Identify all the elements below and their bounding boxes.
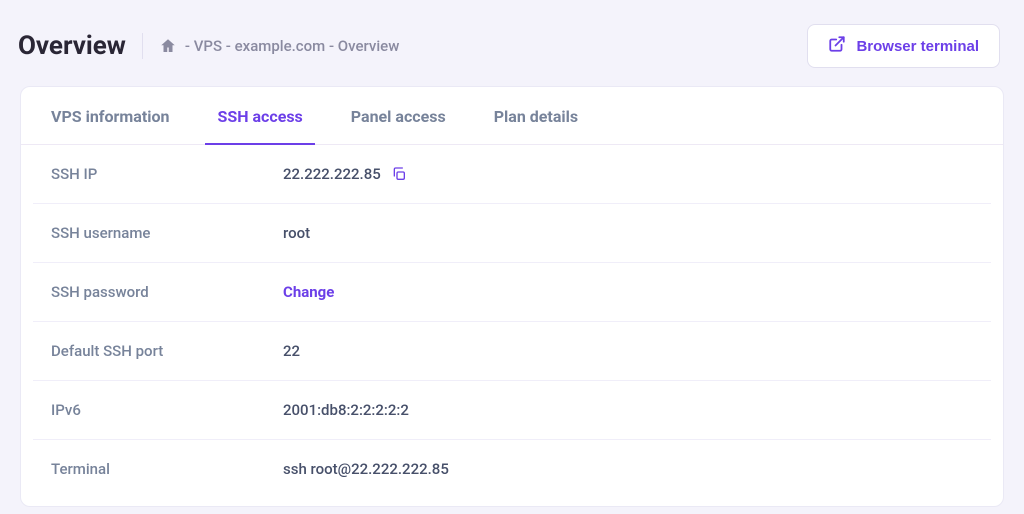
row-ssh-password: SSH password Change — [33, 263, 991, 322]
value-ssh-username: root — [283, 224, 310, 242]
row-ssh-port: Default SSH port 22 — [33, 322, 991, 381]
label-ssh-ip: SSH IP — [51, 165, 283, 183]
tabs: VPS information SSH access Panel access … — [21, 87, 1003, 145]
value-ipv6: 2001:db8:2:2:2:2:2 — [283, 401, 409, 419]
label-ssh-username: SSH username — [51, 224, 283, 242]
home-icon[interactable] — [159, 37, 177, 55]
copy-icon[interactable] — [391, 166, 407, 182]
value-ssh-ip: 22.222.222.85 — [283, 165, 407, 183]
label-terminal: Terminal — [51, 460, 283, 478]
change-password-link[interactable]: Change — [283, 283, 334, 301]
value-ssh-password: Change — [283, 283, 334, 301]
value-terminal: ssh root@22.222.222.85 — [283, 460, 449, 478]
page-header: Overview - VPS - example.com - Overview … — [0, 0, 1024, 86]
tab-panel-access[interactable]: Panel access — [327, 87, 470, 144]
row-ssh-username: SSH username root — [33, 204, 991, 263]
label-ipv6: IPv6 — [51, 401, 283, 419]
header-left: Overview - VPS - example.com - Overview — [18, 31, 399, 61]
tab-vps-information[interactable]: VPS information — [27, 87, 193, 144]
ssh-rows: SSH IP 22.222.222.85 SSH username root S… — [21, 145, 1003, 506]
value-ssh-port: 22 — [283, 342, 300, 360]
row-ipv6: IPv6 2001:db8:2:2:2:2:2 — [33, 381, 991, 440]
label-ssh-port: Default SSH port — [51, 342, 283, 360]
browser-terminal-button[interactable]: Browser terminal — [807, 24, 1000, 68]
header-divider — [142, 33, 143, 59]
breadcrumb: - VPS - example.com - Overview — [159, 37, 399, 55]
external-link-icon — [828, 35, 846, 57]
page-title: Overview — [18, 31, 126, 61]
browser-terminal-label: Browser terminal — [856, 38, 979, 55]
row-ssh-ip: SSH IP 22.222.222.85 — [33, 145, 991, 204]
tab-plan-details[interactable]: Plan details — [470, 87, 602, 144]
label-ssh-password: SSH password — [51, 283, 283, 301]
overview-card: VPS information SSH access Panel access … — [20, 86, 1004, 507]
breadcrumb-text: - VPS - example.com - Overview — [185, 37, 399, 55]
tab-ssh-access[interactable]: SSH access — [193, 87, 326, 144]
ssh-ip-text: 22.222.222.85 — [283, 165, 381, 183]
row-terminal: Terminal ssh root@22.222.222.85 — [33, 440, 991, 498]
